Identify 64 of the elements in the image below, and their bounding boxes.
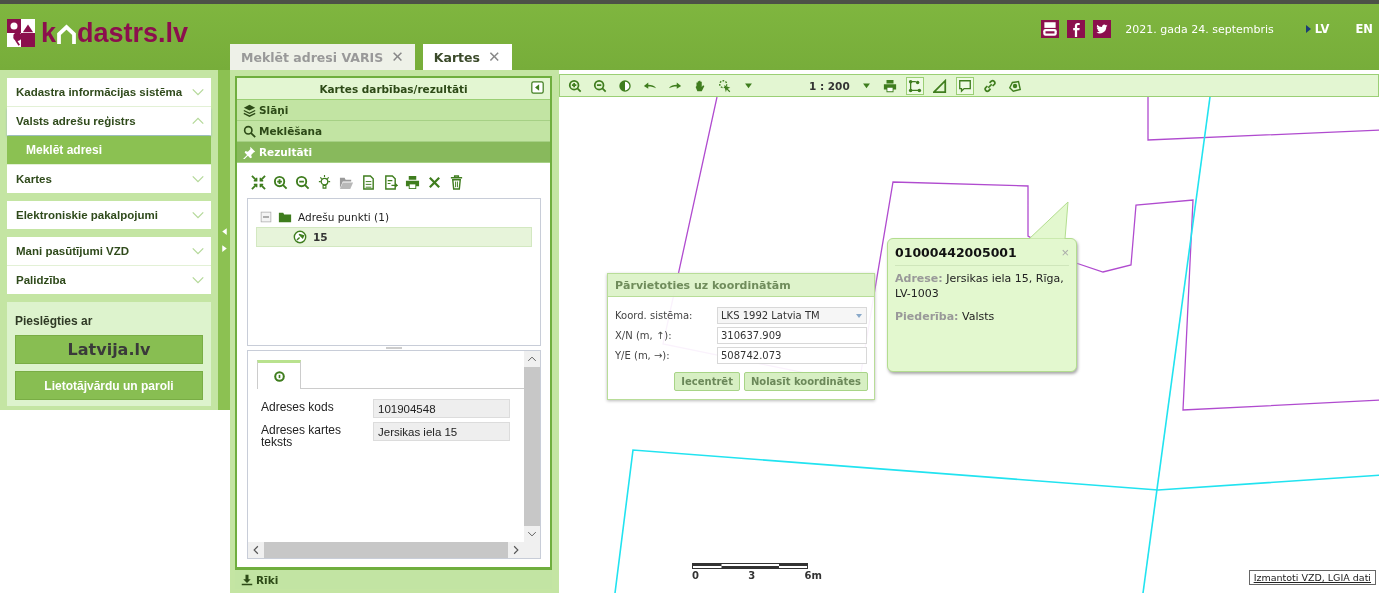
folder-icon[interactable] — [339, 175, 354, 190]
readonly-field: 101904548 — [373, 399, 510, 418]
download-icon — [241, 573, 253, 586]
field-label: Adreses kartes teksts — [261, 422, 343, 448]
house-icon — [56, 23, 78, 44]
popup-text: Adrese: Jersikas iela 15, Rīga, LV-1003 — [895, 271, 1065, 301]
collapse-toggle-icon[interactable] — [260, 211, 272, 223]
tree-item[interactable]: 15 — [256, 227, 532, 247]
scale-tick: 3 — [748, 570, 756, 581]
info-icon — [272, 369, 286, 383]
collapse-icon[interactable] — [531, 81, 544, 94]
scale-tick: 0 — [692, 570, 699, 581]
info-tab[interactable] — [257, 360, 301, 389]
input-field[interactable]: 310637.909 — [717, 327, 867, 344]
readonly-field: Jersikas iela 15 — [373, 422, 510, 441]
folder-icon — [278, 210, 292, 224]
scroll-up-icon[interactable] — [527, 354, 537, 364]
arrow-icon — [1305, 25, 1311, 33]
bulb-icon[interactable] — [317, 175, 332, 190]
menu-item[interactable]: Elektroniskie pakalpojumi — [7, 201, 211, 229]
document-icon[interactable] — [361, 175, 376, 190]
facebook-icon[interactable] — [1067, 20, 1086, 38]
field-label: Koord. sistēma: — [615, 310, 694, 321]
close-icon[interactable]: ✕ — [487, 48, 501, 66]
field-label: X/N (m, ↑): — [615, 330, 673, 341]
dropdown-field[interactable]: LKS 1992 Latvia TM — [717, 307, 867, 324]
zoom-out-icon[interactable] — [295, 175, 310, 190]
bird-icon[interactable] — [1093, 20, 1112, 38]
layers-icon — [243, 103, 256, 117]
menu-item[interactable]: Kartes — [7, 165, 211, 193]
scroll-left-icon[interactable] — [251, 545, 261, 555]
menu-item[interactable]: Valsts adrešu reģistrs — [7, 107, 211, 135]
pin-icon — [293, 230, 307, 244]
tree-node[interactable]: Adrešu punkti (1) — [298, 211, 389, 223]
panel-title: Kartes darbības/rezultāti — [319, 82, 468, 95]
scale-tick: 6m — [804, 570, 822, 581]
popup-title: 01000442005001 — [895, 245, 1017, 260]
menu-item[interactable]: Mani pasūtījumi VZD — [7, 237, 211, 265]
login-button[interactable]: Latvija.lv — [15, 335, 203, 364]
attribution-link[interactable]: Izmantoti VZD, LGIA dati — [1248, 570, 1376, 585]
dialog-title: Pārvietoties uz koordinātām — [608, 274, 874, 297]
collapse-icon[interactable] — [251, 175, 266, 190]
trash-icon[interactable] — [449, 175, 464, 190]
date-label: 2021. gada 24. septembris — [1125, 23, 1274, 36]
close-icon[interactable] — [427, 175, 442, 190]
menu-item[interactable]: Kadastra informācijas sistēma — [7, 78, 211, 106]
scroll-down-icon[interactable] — [527, 529, 537, 539]
login-heading: Pieslēgties ar — [15, 314, 94, 328]
scroll-right-icon[interactable] — [511, 545, 521, 555]
print-icon[interactable] — [405, 175, 420, 190]
menu-item[interactable]: Palidzība — [7, 266, 211, 294]
accordion-header[interactable]: Meklēšana — [237, 121, 550, 142]
tab[interactable]: Kartes ✕ — [422, 44, 512, 70]
field-label: Adreses kods — [261, 399, 335, 413]
pin-icon — [243, 145, 256, 159]
popup-text: Piederība: Valsts — [895, 309, 996, 324]
site-logo[interactable]: k dastrs.lv — [41, 19, 189, 47]
accordion-header[interactable]: Slāņi — [237, 100, 550, 121]
logo-mark-icon — [7, 19, 35, 47]
document-export-icon[interactable] — [383, 175, 398, 190]
input-field[interactable]: 508742.073 — [717, 347, 867, 364]
search-icon — [243, 124, 256, 138]
zoom-in-icon[interactable] — [273, 175, 288, 190]
field-label: Y/E (m, →): — [615, 350, 671, 361]
